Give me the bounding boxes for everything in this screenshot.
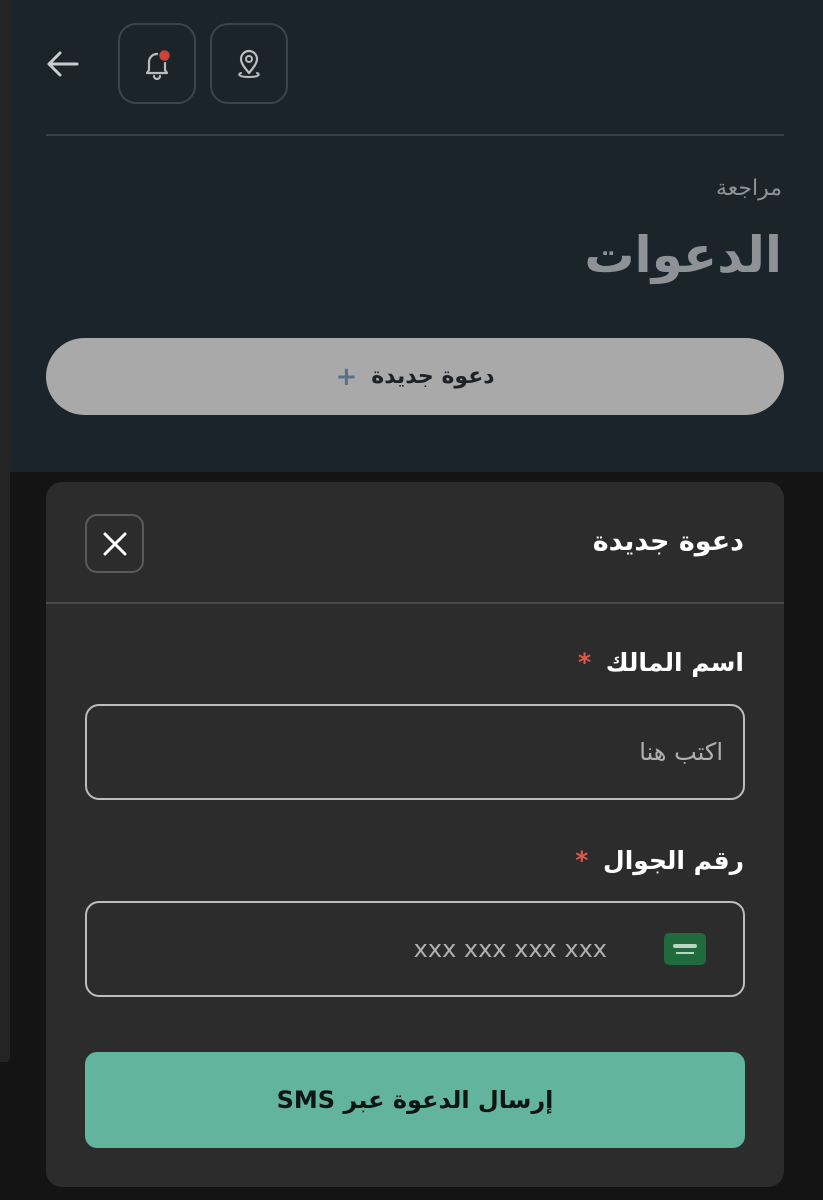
required-mark: * <box>577 648 592 677</box>
new-invitation-label: دعوة جديدة <box>371 364 495 389</box>
section-subtitle: مراجعة <box>715 176 782 201</box>
close-button[interactable] <box>85 514 144 573</box>
app-screen: مراجعة الدعوات دعوة جديدة + دعوة جديدة ا… <box>0 0 823 1200</box>
new-invitation-modal: دعوة جديدة اسم المالك * رقم الجوال * <box>46 482 784 1187</box>
send-sms-invitation-label: إرسال الدعوة عبر SMS <box>276 1086 554 1114</box>
saudi-flag-icon[interactable] <box>664 933 706 965</box>
mobile-number-field[interactable] <box>85 901 745 997</box>
close-icon <box>103 532 126 555</box>
arrow-left-icon <box>47 51 79 77</box>
location-button[interactable] <box>210 23 288 104</box>
owner-name-label-text: اسم المالك <box>605 648 744 677</box>
notifications-button[interactable] <box>118 23 196 104</box>
modal-title: دعوة جديدة <box>592 526 744 557</box>
header-divider <box>46 134 784 136</box>
owner-name-input[interactable] <box>107 706 723 798</box>
location-pin-icon <box>238 49 260 78</box>
mobile-number-label: رقم الجوال * <box>575 846 744 875</box>
mobile-number-label-text: رقم الجوال <box>603 846 744 875</box>
side-scrollbar <box>0 0 10 1062</box>
modal-header: دعوة جديدة <box>46 482 784 603</box>
back-button[interactable] <box>44 46 80 82</box>
notification-badge <box>157 48 172 62</box>
new-invitation-button[interactable]: دعوة جديدة + <box>46 338 784 415</box>
plus-icon: + <box>335 361 358 392</box>
page-title: الدعوات <box>584 226 782 284</box>
send-sms-invitation-button[interactable]: إرسال الدعوة عبر SMS <box>85 1052 745 1148</box>
mobile-number-input[interactable] <box>107 903 607 995</box>
bell-icon <box>145 48 172 80</box>
required-mark: * <box>575 846 589 875</box>
owner-name-field[interactable] <box>85 704 745 800</box>
owner-name-label: اسم المالك * <box>578 648 744 677</box>
modal-divider <box>46 602 784 604</box>
